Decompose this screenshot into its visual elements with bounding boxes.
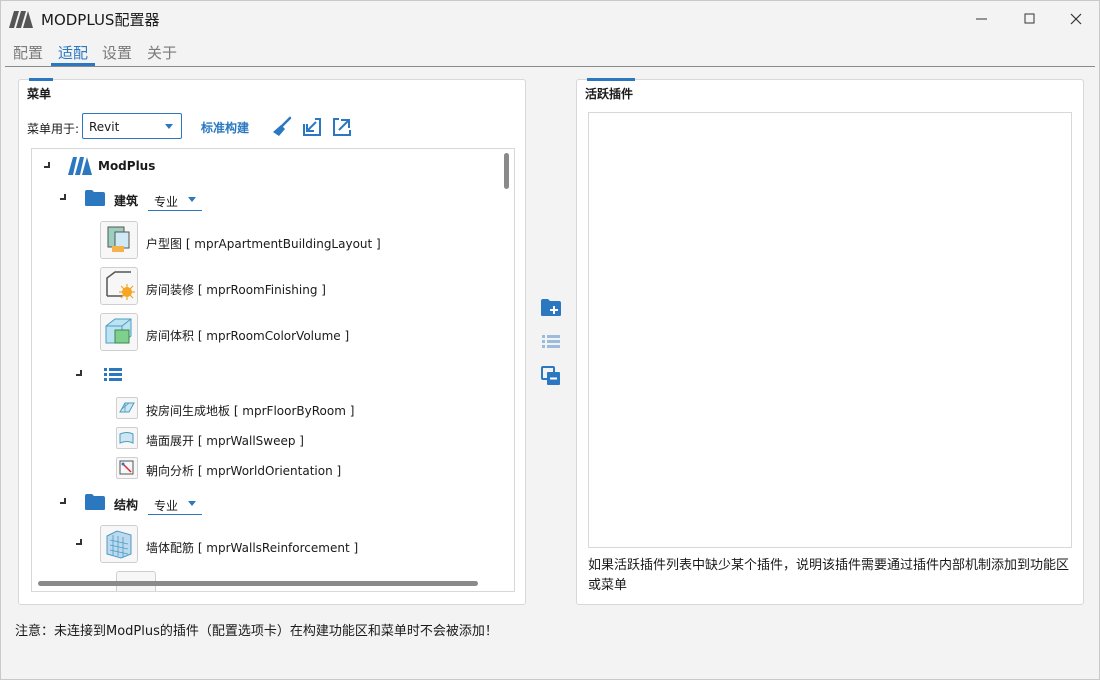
tree-item[interactable]: 朝向分析 [ mprWorldOrientation ]: [32, 457, 502, 481]
export-icon[interactable]: [331, 116, 353, 138]
main-tabs: 配置 适配 设置 关于: [1, 39, 1099, 67]
tree-sublist-node[interactable]: [32, 365, 502, 385]
room-finishing-icon: [100, 267, 138, 305]
import-icon[interactable]: [301, 116, 323, 138]
window-title: MODPLUS配置器: [41, 11, 160, 29]
modplus-logo-icon: [68, 157, 92, 175]
app-window: MODPLUS配置器 配置 适配 设置 关于 菜单 菜单用于: Revit 标准…: [0, 0, 1100, 680]
maximize-button[interactable]: [1007, 1, 1053, 37]
menu-for-select[interactable]: Revit: [82, 113, 182, 139]
list-icon[interactable]: [540, 331, 562, 353]
collapse-icon[interactable]: [76, 370, 82, 376]
panel-accent-bar: [29, 78, 53, 81]
tree-item[interactable]: 按房间生成地板 [ mprFloorByRoom ]: [32, 397, 502, 421]
menu-panel-title: 菜单: [27, 87, 52, 101]
item-label: 房间装修 [ mprRoomFinishing ]: [146, 283, 326, 297]
menu-for-label: 菜单用于:: [27, 122, 80, 136]
item-label: 朝向分析 [ mprWorldOrientation ]: [146, 464, 342, 478]
chevron-down-icon: [188, 501, 196, 506]
tree-item[interactable]: 墙体配筋 [ mprWallsReinforcement ]: [32, 525, 502, 565]
menu-for-value: Revit: [89, 120, 120, 134]
item-label: 按房间生成地板 [ mprFloorByRoom ]: [146, 404, 355, 418]
collapse-icon[interactable]: [44, 162, 50, 168]
wall-sweep-icon: [116, 427, 138, 449]
modplus-logo-icon: [9, 11, 33, 28]
world-orientation-icon: [116, 457, 138, 479]
room-volume-icon: [100, 313, 138, 351]
tree-group-architecture[interactable]: 建筑 专业: [32, 189, 502, 211]
tabs-divider: [5, 66, 1095, 67]
close-icon: [1070, 13, 1082, 25]
minimize-icon: [976, 18, 987, 20]
group-name: 结构: [114, 498, 139, 512]
floor-by-room-icon: [116, 397, 138, 419]
collapse-icon[interactable]: [60, 498, 66, 504]
active-plugins-title: 活跃插件: [585, 87, 634, 101]
item-label: 墙面展开 [ mprWallSweep ]: [146, 434, 304, 448]
group-mode-select[interactable]: 专业: [148, 493, 202, 515]
folder-icon: [85, 190, 105, 206]
active-plugins-list[interactable]: [588, 112, 1072, 548]
tab-settings[interactable]: 设置: [102, 42, 132, 67]
title-bar: MODPLUS配置器: [1, 1, 1099, 37]
item-label: 户型图 [ mprApartmentBuildingLayout ]: [146, 237, 381, 251]
active-plugins-panel: 活跃插件 如果活跃插件列表中缺少某个插件，说明该插件需要通过插件内部机制添加到功…: [576, 78, 1084, 605]
chevron-down-icon: [188, 197, 196, 202]
close-button[interactable]: [1053, 1, 1099, 37]
maximize-icon: [1024, 13, 1035, 24]
standard-build-link[interactable]: 标准构建: [201, 119, 249, 136]
chevron-down-icon: [165, 124, 173, 129]
tree-group-structure[interactable]: 结构 专业: [32, 493, 502, 515]
group-mode-value: 专业: [154, 195, 179, 209]
item-label: 墙体配筋 [ mprWallsReinforcement ]: [146, 541, 359, 555]
tree-item[interactable]: 房间体积 [ mprRoomColorVolume ]: [32, 313, 502, 353]
tree-node-root[interactable]: ModPlus: [32, 157, 502, 177]
list-icon: [104, 368, 122, 381]
tab-about[interactable]: 关于: [147, 42, 177, 67]
minimize-button[interactable]: [959, 1, 1005, 37]
tree-root-label: ModPlus: [98, 159, 156, 173]
tree-item[interactable]: 户型图 [ mprApartmentBuildingLayout ]: [32, 221, 502, 261]
group-name: 建筑: [114, 194, 139, 208]
panel-accent-bar: [587, 78, 635, 81]
folder-icon: [85, 494, 105, 510]
walls-reinforcement-icon: [100, 525, 138, 563]
collapse-icon[interactable]: [76, 539, 82, 545]
tab-config[interactable]: 配置: [13, 42, 43, 67]
add-folder-icon[interactable]: [540, 297, 562, 319]
footer-note: 注意：未连接到ModPlus的插件（配置选项卡）在构建功能区和菜单时不会被添加！: [15, 624, 498, 639]
vertical-scrollbar[interactable]: [504, 153, 509, 189]
group-mode-select[interactable]: 专业: [148, 189, 202, 211]
menu-panel: 菜单 菜单用于: Revit 标准构建 ModPlus 建筑 专业 户型图 […: [18, 78, 526, 605]
active-plugins-note: 如果活跃插件列表中缺少某个插件，说明该插件需要通过插件内部机制添加到功能区或菜单: [588, 558, 1070, 593]
remove-copy-icon[interactable]: [540, 365, 562, 387]
apartment-layout-icon: [100, 221, 138, 259]
tree-item[interactable]: 房间装修 [ mprRoomFinishing ]: [32, 267, 502, 307]
tree-item[interactable]: 墙面展开 [ mprWallSweep ]: [32, 427, 502, 451]
horizontal-scrollbar[interactable]: [38, 581, 478, 586]
group-mode-value: 专业: [154, 499, 179, 513]
menu-tree[interactable]: ModPlus 建筑 专业 户型图 [mprApartmentBuilding…: [31, 148, 515, 592]
broom-icon[interactable]: [271, 116, 293, 138]
collapse-icon[interactable]: [60, 194, 66, 200]
item-label: 房间体积 [ mprRoomColorVolume ]: [146, 329, 350, 343]
